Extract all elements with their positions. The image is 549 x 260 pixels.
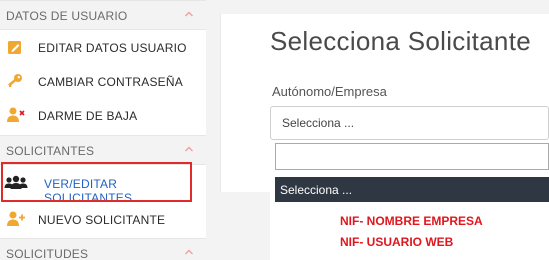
sidebar-item-cambiar-contrasena[interactable]: CAMBIAR CONTRASEÑA — [0, 64, 206, 98]
section-header-label: SOLICITUDES — [6, 247, 89, 260]
chevron-up-icon[interactable] — [184, 246, 194, 260]
chevron-up-icon[interactable] — [184, 8, 194, 22]
dropdown-option[interactable]: NIF- NOMBRE EMPRESA — [340, 214, 483, 228]
sidebar: DATOS DE USUARIO EDITAR DATOS USUARIO CA… — [0, 0, 206, 260]
user-remove-icon — [6, 106, 25, 124]
sidebar-item-label: NUEVO SOLICITANTE — [38, 213, 166, 227]
section-header-solicitantes[interactable]: SOLICITANTES — [0, 135, 206, 165]
edit-icon — [6, 38, 24, 56]
sidebar-item-label: CAMBIAR CONTRASEÑA — [38, 75, 183, 89]
page-title: Selecciona Solicitante — [270, 26, 531, 56]
dropdown-option-selected[interactable]: Selecciona ... — [275, 177, 549, 202]
section-header-label: SOLICITANTES — [6, 144, 95, 158]
dropdown-option-label: Selecciona ... — [280, 183, 353, 197]
sidebar-item-darme-de-baja[interactable]: DARME DE BAJA — [0, 98, 206, 132]
field-label: Autónomo/Empresa — [272, 84, 387, 99]
section-header-datos-usuario[interactable]: DATOS DE USUARIO — [0, 0, 206, 30]
highlight-box — [1, 162, 192, 202]
dropdown-search-input[interactable] — [275, 143, 549, 170]
user-add-icon — [6, 210, 25, 228]
sidebar-item-editar-datos-usuario[interactable]: EDITAR DATOS USUARIO — [0, 30, 206, 64]
dropdown-option[interactable]: NIF- USUARIO WEB — [340, 235, 453, 249]
section-header-label: DATOS DE USUARIO — [6, 9, 128, 23]
key-icon — [6, 72, 24, 90]
section-header-solicitudes[interactable]: SOLICITUDES — [0, 238, 206, 260]
sidebar-item-nuevo-solicitante[interactable]: NUEVO SOLICITANTE — [0, 202, 206, 236]
sidebar-item-label: EDITAR DATOS USUARIO — [38, 41, 187, 55]
chevron-up-icon[interactable] — [184, 143, 194, 157]
sidebar-item-label: DARME DE BAJA — [38, 109, 138, 123]
select-value: Selecciona ... — [282, 116, 355, 130]
